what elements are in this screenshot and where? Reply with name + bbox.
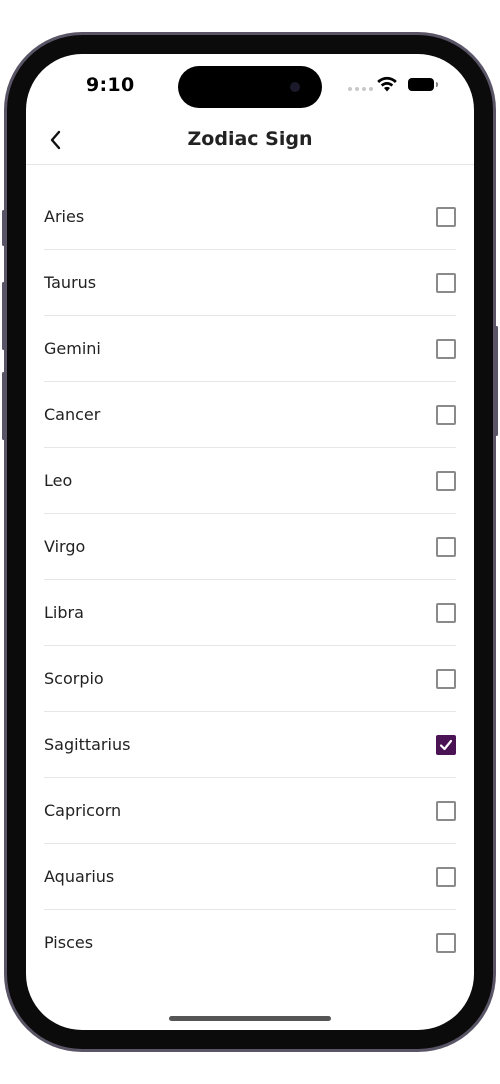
zodiac-label: Gemini [44, 339, 101, 358]
checkbox[interactable] [436, 338, 456, 359]
zodiac-label: Libra [44, 603, 84, 622]
checkbox[interactable] [436, 272, 456, 293]
screen: 9:10 Zodiac Sign Aries Taurus Gemini Cancer… [26, 54, 474, 1030]
checkbox[interactable] [436, 734, 456, 755]
list-item[interactable]: Leo [44, 448, 456, 514]
list-item[interactable]: Scorpio [44, 646, 456, 712]
checkbox[interactable] [436, 668, 456, 689]
checkbox[interactable] [436, 932, 456, 953]
zodiac-label: Aquarius [44, 867, 115, 886]
checkmark-icon [439, 739, 453, 750]
checkbox[interactable] [436, 800, 456, 821]
list-item[interactable]: Sagittarius [44, 712, 456, 778]
zodiac-label: Scorpio [44, 669, 104, 688]
list-item[interactable]: Libra [44, 580, 456, 646]
zodiac-label: Capricorn [44, 801, 122, 820]
camera-icon [290, 82, 300, 92]
nav-bar: Zodiac Sign [26, 116, 474, 165]
checkbox[interactable] [436, 866, 456, 887]
battery-icon [408, 78, 434, 91]
volume-down-button [2, 372, 5, 440]
list-item[interactable]: Virgo [44, 514, 456, 580]
list-item[interactable]: Aquarius [44, 844, 456, 910]
zodiac-label: Virgo [44, 537, 86, 556]
action-button [2, 210, 5, 246]
status-time: 9:10 [86, 74, 135, 96]
list-item[interactable]: Aries [44, 184, 456, 250]
page-title: Zodiac Sign [187, 128, 313, 150]
checkbox[interactable] [436, 404, 456, 425]
wifi-icon [377, 76, 397, 92]
volume-up-button [2, 282, 5, 350]
home-indicator[interactable] [169, 1016, 331, 1021]
checkbox[interactable] [436, 470, 456, 491]
zodiac-label: Leo [44, 471, 73, 490]
list-item[interactable]: Cancer [44, 382, 456, 448]
list-item[interactable]: Pisces [44, 910, 456, 975]
list-item[interactable]: Capricorn [44, 778, 456, 844]
power-button [495, 326, 498, 436]
checkbox[interactable] [436, 602, 456, 623]
battery-cap [436, 82, 438, 87]
zodiac-list: Aries Taurus Gemini Cancer Leo Virgo Libra Scor… [44, 184, 456, 975]
zodiac-label: Taurus [44, 273, 97, 292]
checkbox[interactable] [436, 206, 456, 227]
dynamic-island [178, 66, 322, 108]
zodiac-label: Cancer [44, 405, 101, 424]
zodiac-label: Aries [44, 207, 85, 226]
list-item[interactable]: Taurus [44, 250, 456, 316]
zodiac-label: Pisces [44, 933, 94, 952]
cellular-signal-icon [348, 87, 373, 91]
list-item[interactable]: Gemini [44, 316, 456, 382]
status-bar: 9:10 [26, 54, 474, 116]
checkbox[interactable] [436, 536, 456, 557]
zodiac-label: Sagittarius [44, 735, 131, 754]
